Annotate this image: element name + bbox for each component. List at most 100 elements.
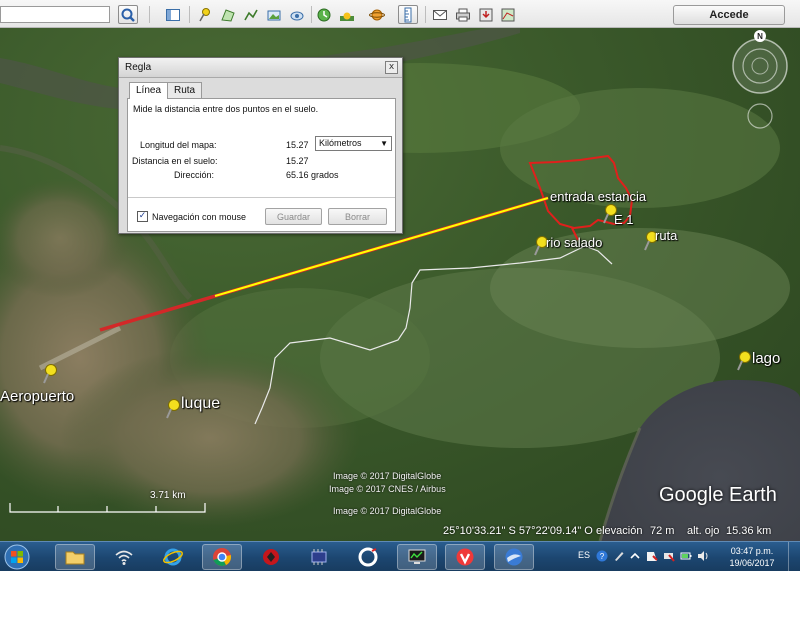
add-overlay-button[interactable] — [264, 5, 284, 24]
chevron-up-icon[interactable] — [629, 550, 641, 562]
direction-label: Dirección: — [174, 170, 215, 180]
historical-imagery-button[interactable] — [314, 5, 334, 24]
folder-icon — [65, 551, 85, 565]
sidebar-icon — [166, 8, 180, 21]
scale-label: 3.71 km — [150, 490, 186, 501]
path-icon — [244, 9, 258, 20]
imagery-credit: Image © 2017 DigitalGlobe — [333, 506, 442, 516]
map-length-value: 15.27 — [286, 140, 309, 150]
sunlight-button[interactable] — [337, 5, 357, 24]
language-indicator[interactable]: ES — [578, 550, 590, 560]
search-icon — [121, 8, 135, 22]
ground-distance-label: Distancia en el suelo: — [132, 156, 218, 166]
printer-icon — [456, 8, 470, 21]
pen-icon[interactable] — [613, 550, 625, 562]
earth-view[interactable]: entrada estancia E 1 rio salado ruta lag… — [0, 28, 800, 541]
navigation-controls[interactable]: N — [729, 28, 791, 138]
elevation-value: 72 m — [650, 525, 675, 537]
google-earth-window: Accede entrada estancia E 1 rio salado r… — [0, 0, 800, 627]
mouse-navigation-label: Navegación con mouse — [152, 212, 247, 222]
wifi-icon — [115, 550, 133, 565]
pushpin-icon[interactable] — [163, 398, 183, 420]
email-button[interactable] — [430, 5, 450, 24]
placemark-label-ruta[interactable]: ruta — [655, 228, 677, 243]
action-center-icon[interactable] — [646, 550, 658, 562]
network-icon[interactable] — [663, 550, 675, 562]
tab-linea[interactable]: Línea — [129, 82, 169, 99]
taskbar-explorer[interactable] — [55, 544, 95, 570]
elevation-label: elevación — [596, 525, 643, 537]
clock-date: 19/06/2017 — [729, 558, 775, 568]
monitor-icon — [408, 549, 426, 564]
internet-explorer-icon — [163, 548, 183, 566]
mouse-navigation-checkbox[interactable]: ✓ — [137, 211, 148, 222]
direction-value: 65.16 grados — [286, 170, 339, 180]
google-earth-logo: Google Earth — [659, 484, 777, 506]
sidebar-toggle-button[interactable] — [163, 5, 183, 24]
dialog-panel: Mide la distancia entre dos puntos en el… — [127, 98, 396, 232]
taskbar-app-ccleaner[interactable] — [348, 544, 388, 570]
taskbar-vivaldi[interactable] — [445, 544, 485, 570]
pushpin-icon — [199, 7, 210, 21]
maps-view-button[interactable] — [498, 5, 518, 24]
add-path-button[interactable] — [241, 5, 261, 24]
tab-ruta[interactable]: Ruta — [167, 82, 203, 98]
unit-dropdown[interactable]: Kilómetros ▼ — [315, 136, 392, 151]
add-placemark-button[interactable] — [195, 5, 215, 24]
planets-button[interactable] — [367, 5, 387, 24]
instruction-text: Mide la distancia entre dos puntos en el… — [133, 104, 319, 114]
taskbar-chrome[interactable] — [202, 544, 242, 570]
pushpin-icon[interactable] — [40, 363, 60, 385]
chevron-down-icon: ▼ — [380, 139, 388, 148]
print-button[interactable] — [453, 5, 473, 24]
ccleaner-icon — [358, 547, 378, 567]
search-button[interactable] — [118, 5, 138, 24]
taskbar-task-manager[interactable] — [397, 544, 437, 570]
taskbar-internet-explorer[interactable] — [153, 544, 193, 570]
placemark-label-rio-salado[interactable]: rio salado — [546, 235, 602, 250]
windows-start-icon[interactable] — [2, 543, 32, 571]
taskbar-network[interactable] — [104, 544, 144, 570]
sign-in-button[interactable]: Accede — [673, 5, 785, 25]
app-red-icon — [263, 549, 279, 565]
windows-taskbar: ES ? 03:47 p.m. 19/06/2017 — [0, 541, 800, 572]
clock[interactable]: 03:47 p.m. 19/06/2017 — [722, 545, 782, 569]
placemark-label-e1[interactable]: E 1 — [614, 212, 634, 227]
polygon-icon — [221, 8, 235, 22]
placemark-label-entrada-estancia[interactable]: entrada estancia — [550, 189, 646, 204]
imagery-credit: Image © 2017 DigitalGlobe — [333, 471, 442, 481]
save-button[interactable]: Guardar — [265, 208, 322, 225]
chrome-icon — [213, 548, 232, 566]
taskbar-google-earth[interactable] — [494, 544, 534, 570]
save-image-button[interactable] — [476, 5, 496, 24]
eye-altitude-value: 15.36 km — [726, 525, 772, 537]
clear-button[interactable]: Borrar — [328, 208, 387, 225]
clock-icon — [317, 8, 331, 21]
close-icon[interactable]: x — [385, 61, 398, 74]
help-icon[interactable]: ? — [596, 550, 608, 562]
ruler-button[interactable] — [398, 5, 418, 24]
ruler-dialog: Regla x Línea Ruta Mide la distancia ent… — [118, 57, 403, 234]
clock-time: 03:47 p.m. — [730, 546, 774, 556]
ground-distance-value: 15.27 — [286, 156, 309, 166]
volume-icon[interactable] — [697, 550, 709, 562]
placemark-label-aeropuerto[interactable]: Aeropuerto — [0, 388, 74, 405]
taskbar-app-chip[interactable] — [299, 544, 339, 570]
toolbar: Accede — [0, 0, 800, 28]
imagery-credit: Image © 2017 CNES / Airbus — [329, 484, 446, 494]
show-desktop-button[interactable] — [788, 542, 800, 572]
battery-icon[interactable] — [680, 550, 692, 562]
coordinates-readout: 25°10'33.21" S 57°22'09.14" O — [443, 525, 593, 537]
placemark-label-lago[interactable]: lago — [752, 350, 780, 367]
taskbar-app-red[interactable] — [251, 544, 291, 570]
chip-icon — [311, 549, 327, 565]
search-input[interactable] — [0, 6, 110, 23]
map-length-label: Longitud del mapa: — [140, 140, 217, 150]
image-overlay-icon — [267, 10, 281, 20]
pushpin-icon[interactable] — [734, 350, 754, 372]
unit-dropdown-value: Kilómetros — [319, 138, 362, 148]
add-polygon-button[interactable] — [218, 5, 238, 24]
save-image-icon — [479, 8, 493, 21]
tour-button[interactable] — [287, 5, 307, 24]
placemark-label-luque[interactable]: luque — [181, 395, 220, 413]
